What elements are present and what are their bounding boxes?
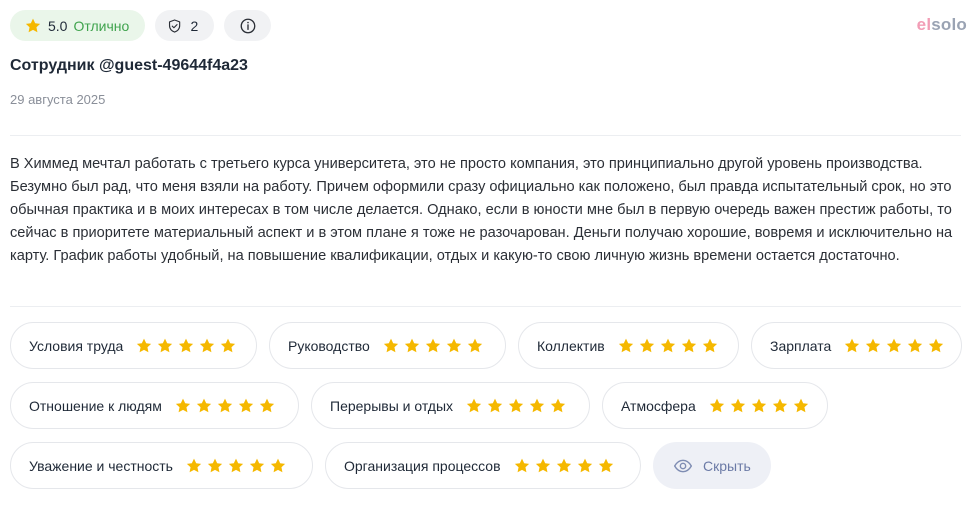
star-icon	[200, 338, 215, 352]
criterion-chip: Уважение и честность	[10, 442, 313, 489]
criterion-label: Организация процессов	[344, 457, 501, 474]
criterion-label: Уважение и честность	[29, 457, 173, 474]
star-icon	[772, 398, 787, 412]
shield-check-icon	[169, 18, 181, 33]
criterion-chip: Атмосфера	[602, 382, 828, 429]
criterion-stars	[843, 337, 945, 355]
star-icon	[681, 338, 696, 352]
star-icon	[446, 338, 461, 352]
criterion-stars	[465, 397, 567, 415]
rating-grade: Отлично	[73, 17, 130, 34]
star-icon	[908, 338, 923, 352]
criterion-chip: Коллектив	[518, 322, 739, 369]
criteria-ratings: Условия труда Руководство Коллектив Зарп…	[10, 322, 965, 502]
eye-icon	[673, 459, 693, 472]
star-icon	[702, 338, 717, 352]
star-icon	[598, 458, 613, 472]
star-icon	[508, 398, 524, 412]
star-icon	[137, 338, 152, 352]
criterion-label: Перерывы и отдых	[330, 397, 454, 414]
logo-part-2: solo	[931, 15, 967, 34]
rating-score: 5.0	[48, 17, 68, 34]
star-icon	[535, 458, 550, 472]
star-icon	[196, 398, 211, 412]
criterion-stars	[513, 457, 615, 475]
criterion-label: Условия труда	[29, 337, 124, 354]
criterion-chip: Зарплата	[751, 322, 962, 369]
star-icon	[179, 338, 194, 352]
criterion-stars	[185, 457, 287, 475]
criterion-stars	[174, 397, 276, 415]
review-date: 29 августа 2025	[10, 92, 106, 107]
criteria-row: Отношение к людям Перерывы и отдых Атмос…	[10, 382, 965, 429]
star-icon	[639, 338, 654, 352]
star-icon	[929, 338, 944, 352]
star-icon	[186, 458, 202, 472]
criterion-stars	[617, 337, 719, 355]
star-icon	[618, 338, 633, 352]
star-icon	[550, 398, 566, 412]
logo-part-1: el	[916, 15, 932, 34]
criterion-stars	[382, 337, 484, 355]
star-icon	[228, 458, 244, 472]
divider	[10, 135, 961, 136]
star-icon	[487, 398, 503, 412]
star-icon	[175, 398, 190, 412]
criterion-stars	[135, 337, 237, 355]
elsolo-logo: elsolo	[917, 15, 967, 35]
star-icon	[466, 398, 482, 412]
rating-badge: 5.0 Отлично	[10, 10, 146, 41]
criteria-row: Условия труда Руководство Коллектив Зарп…	[10, 322, 965, 369]
review-header-bar: 5.0 Отлично 2	[10, 10, 272, 43]
star-icon	[221, 338, 236, 352]
criterion-chip: Организация процессов	[325, 442, 641, 489]
info-icon	[240, 18, 256, 33]
criterion-label: Коллектив	[537, 337, 605, 354]
star-icon	[207, 458, 223, 472]
star-icon	[383, 338, 398, 352]
criterion-label: Атмосфера	[621, 397, 696, 414]
divider	[10, 306, 961, 307]
star-icon	[238, 398, 253, 412]
criterion-chip: Перерывы и отдых	[311, 382, 590, 429]
review-author: Сотрудник @guest-49644f4a23	[10, 57, 248, 74]
criterion-chip: Отношение к людям	[10, 382, 299, 429]
star-icon	[259, 398, 274, 412]
star-icon	[25, 18, 41, 32]
star-icon	[730, 398, 745, 412]
star-icon	[751, 398, 766, 412]
verified-count: 2	[190, 17, 199, 34]
star-icon	[845, 338, 860, 352]
criteria-row: Уважение и честность Организация процесс…	[10, 442, 965, 489]
criterion-label: Руководство	[288, 337, 370, 354]
star-icon	[529, 398, 545, 412]
star-icon	[660, 338, 675, 352]
star-icon	[467, 338, 482, 352]
star-icon	[249, 458, 265, 472]
star-icon	[425, 338, 440, 352]
criterion-chip: Руководство	[269, 322, 506, 369]
hide-button-label: Скрыть	[703, 457, 751, 474]
verified-count-badge[interactable]: 2	[155, 10, 215, 41]
star-icon	[514, 458, 529, 472]
star-icon	[217, 398, 232, 412]
criterion-label: Зарплата	[770, 337, 832, 354]
star-icon	[404, 338, 419, 352]
criterion-label: Отношение к людям	[29, 397, 162, 414]
star-icon	[556, 458, 571, 472]
hide-ratings-button[interactable]: Скрыть	[653, 442, 771, 489]
star-icon	[270, 458, 286, 472]
star-icon	[577, 458, 592, 472]
star-icon	[158, 338, 173, 352]
star-icon	[887, 338, 902, 352]
star-icon	[709, 398, 724, 412]
review-text: В Химмед мечтал работать с третьего курс…	[10, 156, 953, 264]
criterion-chip: Условия труда	[10, 322, 257, 369]
criterion-stars	[708, 397, 810, 415]
info-button[interactable]	[224, 10, 272, 41]
star-icon	[866, 338, 881, 352]
star-icon	[793, 398, 808, 412]
